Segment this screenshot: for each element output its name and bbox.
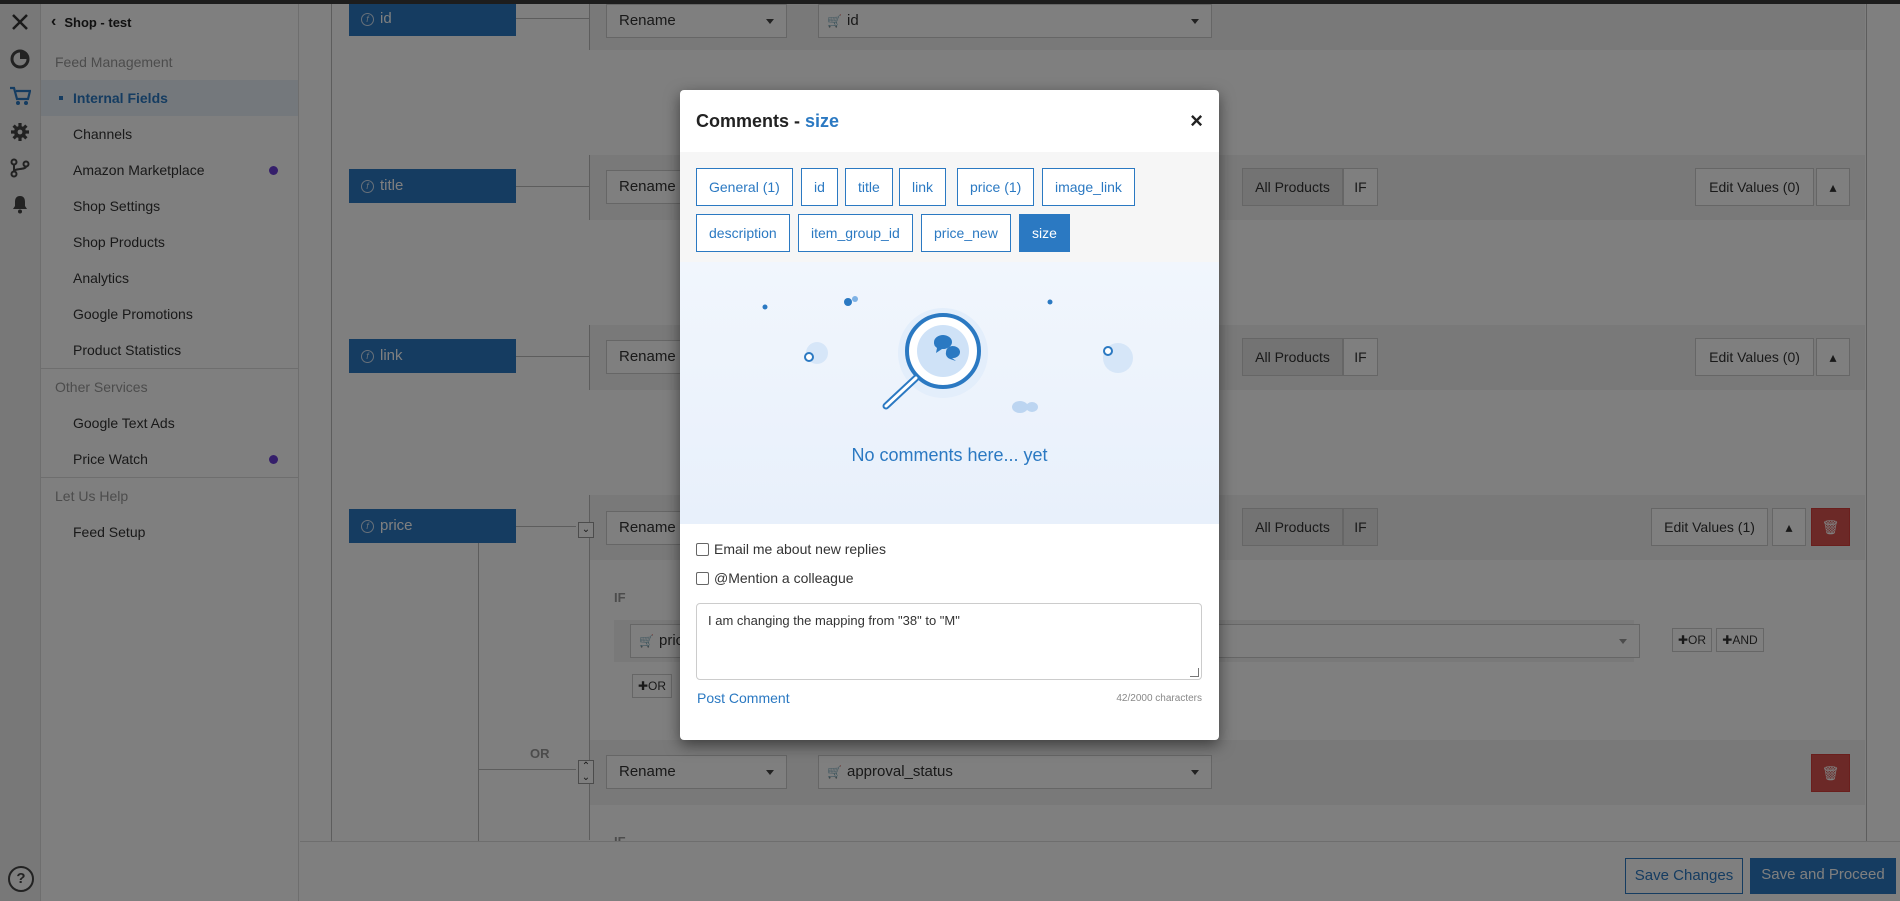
tab-description[interactable]: description (696, 214, 790, 252)
email-replies-checkbox-row[interactable]: Email me about new replies (696, 541, 886, 557)
tab-link[interactable]: link (899, 168, 947, 206)
modal-title: Comments - size (696, 111, 839, 132)
tab-item-group-id[interactable]: item_group_id (798, 214, 913, 252)
tab-title[interactable]: title (845, 168, 893, 206)
post-comment-link[interactable]: Post Comment (697, 690, 790, 706)
resize-handle[interactable] (1190, 668, 1199, 677)
checkbox-label: @Mention a colleague (714, 570, 854, 586)
mention-checkbox-row[interactable]: @Mention a colleague (696, 570, 854, 586)
tab-price[interactable]: price (1) (957, 168, 1035, 206)
comments-modal: Comments - size × General (1) id title l… (680, 90, 1219, 740)
tab-image-link[interactable]: image_link (1042, 168, 1135, 206)
tab-id[interactable]: id (801, 168, 838, 206)
empty-state (680, 262, 1219, 524)
email-replies-checkbox[interactable] (696, 542, 709, 556)
tab-general[interactable]: General (1) (696, 168, 793, 206)
field-tabs: General (1) id title link price (1) imag… (680, 152, 1219, 262)
checkbox-label: Email me about new replies (714, 541, 886, 557)
modal-title-prefix: Comments - (696, 110, 806, 131)
comment-textarea[interactable]: I am changing the mapping from "38" to "… (696, 603, 1202, 680)
app-root: ? ‹ Shop - test Feed Management Internal… (0, 0, 1900, 901)
magnifier-illustration-icon (762, 296, 1133, 413)
mention-checkbox[interactable] (696, 571, 709, 585)
comment-text: I am changing the mapping from "38" to "… (708, 613, 960, 628)
close-button[interactable]: × (1190, 110, 1203, 132)
modal-header: Comments - size × (680, 90, 1219, 152)
character-count: 42/2000 characters (1116, 693, 1202, 704)
modal-title-field: size (805, 110, 840, 131)
tab-price-new[interactable]: price_new (921, 214, 1011, 252)
tab-size[interactable]: size (1019, 214, 1070, 252)
empty-state-text: No comments here... yet (851, 445, 1048, 465)
